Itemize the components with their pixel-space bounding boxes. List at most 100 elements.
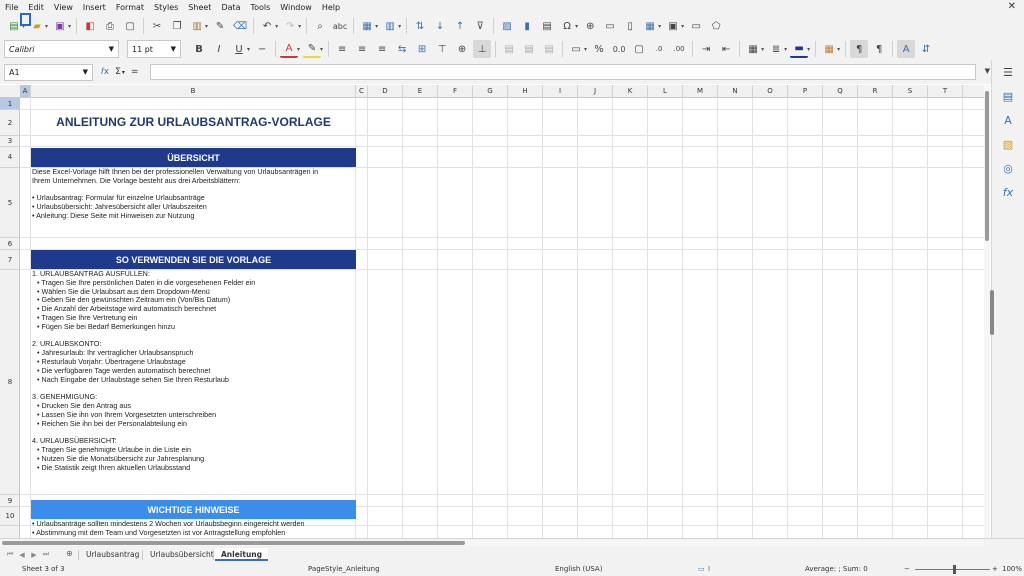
properties-icon[interactable]: ▤ — [1000, 88, 1016, 104]
clone-formatting-icon[interactable]: ✎ — [211, 17, 229, 35]
previous-sheet-icon[interactable]: ◀ — [16, 551, 28, 559]
date-format-icon[interactable]: ▢ — [630, 40, 648, 58]
column-header-s[interactable]: S — [893, 85, 928, 98]
row-header-2[interactable]: 2 — [0, 110, 20, 136]
paste-dropdown-icon[interactable]: ▾ — [205, 23, 208, 30]
zoom-in-icon[interactable]: + — [992, 565, 998, 573]
border-style-icon[interactable]: ≣ — [767, 40, 785, 58]
row-icon[interactable]: ▦ — [358, 17, 376, 35]
undo-icon[interactable]: ↶ — [258, 17, 276, 35]
find-replace-icon[interactable]: ⌕ — [311, 17, 329, 35]
bold-icon[interactable]: B — [190, 40, 208, 58]
column-header-o[interactable]: O — [753, 85, 788, 98]
font-size-box[interactable]: 11 pt ▼ — [127, 40, 181, 58]
column-header-t[interactable]: T — [928, 85, 963, 98]
sum-icon[interactable]: Σ — [115, 67, 121, 77]
close-document-icon[interactable]: ✕ — [1008, 1, 1016, 12]
menu-data[interactable]: Data — [216, 3, 245, 12]
special-character-icon[interactable]: Ω — [558, 17, 576, 35]
column-header-r[interactable]: R — [858, 85, 893, 98]
formula-icon[interactable]: = — [131, 67, 139, 77]
row-header-4[interactable]: 4 — [0, 147, 20, 168]
currency-format-icon[interactable]: ▭ — [567, 40, 585, 58]
last-sheet-icon[interactable]: ⏭ — [40, 550, 52, 559]
row-header-3[interactable]: 3 — [0, 136, 20, 147]
print-preview-icon[interactable]: ▢ — [121, 17, 139, 35]
tab-anleitung[interactable]: Anleitung — [215, 548, 269, 561]
menu-sheet[interactable]: Sheet — [183, 3, 216, 12]
column-header-n[interactable]: N — [718, 85, 753, 98]
merge-center-icon[interactable]: ⊞ — [413, 40, 431, 58]
hamburger-menu-icon[interactable]: ☰ — [1000, 64, 1016, 80]
align-center-icon[interactable]: ≡ — [353, 40, 371, 58]
align-right-icon[interactable]: ≡ — [373, 40, 391, 58]
cell-styles-icon[interactable]: ▤ — [500, 40, 518, 58]
hyperlink-icon[interactable]: ⊕ — [581, 17, 599, 35]
redo-dropdown-icon[interactable]: ▾ — [298, 23, 301, 30]
column-header-e[interactable]: E — [403, 85, 438, 98]
print-icon[interactable]: ⎙ — [101, 17, 119, 35]
conditional-format-icon[interactable]: ▦ — [820, 40, 838, 58]
font-name-box[interactable]: Calibri ▼ — [4, 40, 119, 58]
row-header-1[interactable]: 1 — [0, 98, 20, 110]
underline-icon[interactable]: U — [230, 40, 248, 58]
column-header-d[interactable]: D — [368, 85, 403, 98]
insert-chart-icon[interactable]: ▮ — [518, 17, 536, 35]
export-pdf-icon[interactable]: ◧ — [81, 17, 99, 35]
highlight-dropdown-icon[interactable]: ▾ — [320, 46, 323, 53]
zoom-slider-handle[interactable] — [953, 565, 956, 574]
column-header-a[interactable]: A — [20, 85, 31, 98]
freeze-dropdown-icon[interactable]: ▾ — [681, 23, 684, 30]
currency-dropdown-icon[interactable]: ▾ — [584, 46, 587, 53]
wrap-text-icon[interactable]: ⇆ — [393, 40, 411, 58]
functions-icon[interactable]: fx — [1000, 184, 1016, 200]
save-dropdown-icon[interactable]: ▾ — [68, 23, 71, 30]
copy-icon[interactable]: ❐ — [168, 17, 186, 35]
freeze-rows-columns-icon[interactable]: ▣ — [664, 17, 682, 35]
horizontal-scrollbar[interactable] — [0, 540, 984, 546]
page-style[interactable]: PageStyle_Anleitung — [308, 565, 380, 573]
font-color-icon[interactable]: A — [280, 40, 299, 58]
column-header-g[interactable]: G — [473, 85, 508, 98]
column-header-c[interactable]: C — [356, 85, 368, 98]
gallery-icon[interactable]: ▧ — [1000, 136, 1016, 152]
add-sheet-icon[interactable]: ⊕ — [66, 549, 73, 558]
column-header-i[interactable]: I — [543, 85, 578, 98]
column-header-m[interactable]: M — [683, 85, 718, 98]
border-color-icon[interactable]: ▬ — [790, 40, 809, 58]
text-direction-vertical-icon[interactable]: ⇵ — [917, 40, 935, 58]
selection-mode-icon[interactable]: ▭ — [698, 565, 705, 573]
sum-dropdown-icon[interactable]: ▾ — [122, 69, 125, 76]
sort-icon[interactable]: ⇅ — [411, 17, 429, 35]
column-header-k[interactable]: K — [613, 85, 648, 98]
strikethrough-icon[interactable]: − — [253, 40, 271, 58]
sort-ascending-icon[interactable]: ↓ — [431, 17, 449, 35]
right-to-left-icon[interactable]: ¶ — [870, 40, 888, 58]
align-bottom-icon[interactable]: ⊥ — [473, 40, 492, 58]
increase-indent-icon[interactable]: ⇥ — [697, 40, 715, 58]
align-top-icon[interactable]: ⊤ — [433, 40, 451, 58]
menu-edit[interactable]: Edit — [23, 3, 49, 12]
insert-pivot-table-icon[interactable]: ▤ — [538, 17, 556, 35]
menu-styles[interactable]: Styles — [149, 3, 183, 12]
borders-icon[interactable]: ▦ — [744, 40, 762, 58]
menu-window[interactable]: Window — [275, 3, 317, 12]
name-box[interactable]: A1 ▼ — [4, 63, 93, 81]
chevron-down-icon[interactable]: ▼ — [83, 68, 88, 76]
row-header-9[interactable]: 9 — [0, 495, 20, 507]
menu-tools[interactable]: Tools — [246, 3, 276, 12]
styles-icon[interactable]: A — [1000, 112, 1016, 128]
column-header-p[interactable]: P — [788, 85, 823, 98]
special-character-dropdown-icon[interactable]: ▾ — [575, 23, 578, 30]
highlight-color-icon[interactable]: ✎ — [303, 40, 322, 58]
column-header-j[interactable]: J — [578, 85, 613, 98]
border-style-dropdown-icon[interactable]: ▾ — [784, 46, 787, 53]
open-dropdown-icon[interactable]: ▾ — [45, 23, 48, 30]
comment-icon[interactable]: ▭ — [601, 17, 619, 35]
italic-icon[interactable]: I — [210, 40, 228, 58]
text-direction-horizontal-icon[interactable]: A — [897, 40, 916, 58]
percent-format-icon[interactable]: % — [590, 40, 608, 58]
column-icon[interactable]: ▥ — [381, 17, 399, 35]
align-left-icon[interactable]: ≡ — [333, 40, 351, 58]
menu-help[interactable]: Help — [317, 3, 345, 12]
